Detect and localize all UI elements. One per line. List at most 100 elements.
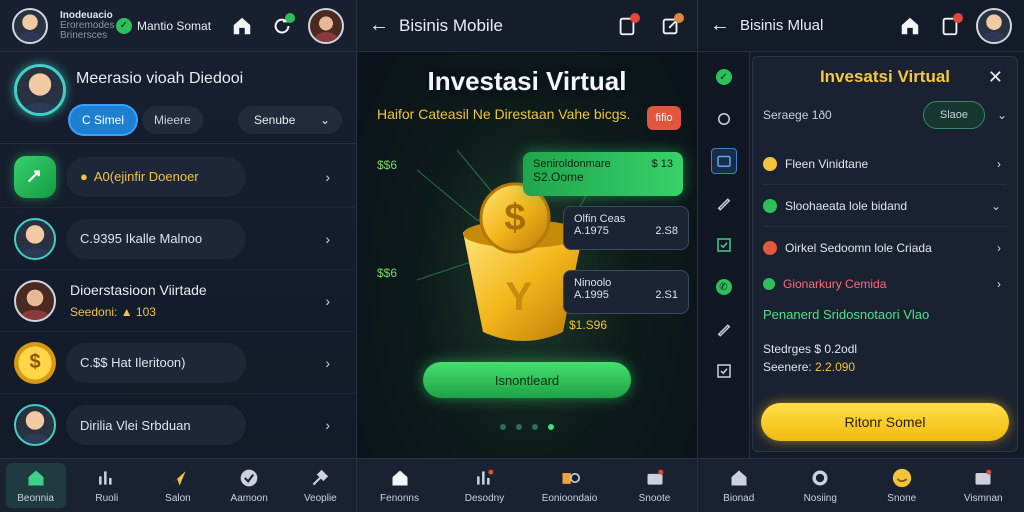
detail-value-line: Stedrges $ 0.2odl — [763, 342, 858, 356]
inbox-icon — [972, 467, 994, 489]
filter-dropdown[interactable]: Senube ⌄ — [238, 106, 342, 134]
option-label: Oirkel Sedoomn lole Criada — [785, 241, 932, 255]
rail-item-tasks[interactable] — [711, 358, 737, 384]
home-button[interactable] — [228, 12, 256, 40]
page-title: Bisinis Mobile — [399, 15, 503, 35]
hero-badge[interactable]: fifio — [647, 106, 681, 130]
carousel-dot[interactable] — [500, 424, 506, 430]
chevron-right-icon: › — [997, 156, 1001, 171]
detail-value: 2.2.090 — [815, 360, 856, 374]
tab-profile[interactable]: Veoplie — [290, 467, 350, 504]
back-arrow-icon[interactable]: ← — [369, 14, 389, 37]
tab-inbox[interactable]: Vismnan — [953, 467, 1013, 504]
page-title: Bisinis Mlual — [740, 17, 824, 34]
check-icon: ✓ — [116, 17, 132, 34]
center-topbar: ← Bisinis Mobile — [357, 0, 697, 52]
detail-title: Gionarkury Cemida — [783, 277, 887, 291]
rail-item-verified[interactable]: ✓ — [711, 64, 737, 90]
friend-avatar[interactable] — [308, 7, 344, 44]
rail-item-edit[interactable] — [711, 190, 737, 216]
option-label: Sloohaeata lole bidand — [785, 198, 908, 213]
primary-cta-button[interactable]: Isnontleard — [423, 362, 631, 398]
user-avatar[interactable] — [976, 7, 1012, 44]
segment-second[interactable]: Mieere — [142, 106, 203, 134]
select-label: Seraege 1ð0 — [763, 108, 832, 122]
pencil-icon — [717, 324, 730, 337]
list-item-text: Dioerstasioon Viirtade Seedoni: ▲ 103 — [70, 279, 207, 323]
home-button[interactable] — [896, 12, 924, 40]
pencil-icon — [717, 198, 730, 211]
list-item[interactable]: Dioerstasioon Viirtade Seedoni: ▲ 103 › — [0, 270, 356, 332]
tab-label: Beonnia — [17, 493, 54, 504]
right-panel: ← Bisinis Mlual ✓ ✆ Invesatsi Virtual ✕ … — [698, 0, 1024, 512]
list-item-label: Dirilia Vlei Srbduan — [80, 417, 191, 433]
tab-reward[interactable]: Snone — [872, 467, 932, 504]
tab-label: Eonioondaio — [541, 493, 598, 504]
rail-item-phone[interactable]: ✆ — [711, 274, 737, 300]
phone-icon: ✆ — [715, 279, 732, 295]
card-value: 2.S8 — [655, 225, 678, 237]
rail-item-pen[interactable] — [711, 316, 737, 342]
rail-item-settings[interactable] — [711, 106, 737, 132]
item-avatar — [14, 404, 56, 446]
item-avatar — [14, 279, 56, 322]
chevron-down-icon[interactable]: ⌄ — [997, 108, 1007, 122]
carousel-dot[interactable] — [532, 424, 538, 430]
list-item-label: C.$$ Hat Ileritoon) — [80, 355, 186, 370]
left-topbar: Inodeuacio Eroremodes Brinersces ✓ Manti… — [0, 0, 356, 52]
briefcase-icon — [644, 467, 666, 489]
detail-link[interactable]: Penanerd Sridosnotaori Vlao — [763, 307, 1007, 322]
refresh-button[interactable] — [268, 12, 296, 40]
profile-avatar[interactable] — [14, 64, 66, 116]
card-investment-green[interactable]: Seniroldonmare $ 13 S2.Oome — [523, 152, 683, 196]
dropdown-value: Senube — [254, 113, 296, 127]
card-investment[interactable]: Ninoolo A.1995 2.S1 — [563, 270, 689, 314]
tab-home[interactable]: Fenonns — [370, 467, 430, 504]
wallet-icon — [716, 155, 731, 167]
detail-values: Stedrges $ 0.2odl Seenere: 2.2.090 — [763, 340, 1007, 376]
option-item[interactable]: Fleen Vinidtane › — [763, 143, 1007, 185]
status-dot — [285, 12, 295, 23]
carousel-dot-active[interactable] — [548, 424, 554, 430]
tab-stats[interactable]: Desodny — [455, 467, 515, 504]
tab-verify[interactable]: Aamoon — [219, 467, 279, 504]
select-pill[interactable]: Slaoe — [922, 101, 985, 129]
tab-home[interactable]: Beonnia — [5, 463, 66, 508]
list-item[interactable]: C.9395 Ikalle Malnoo › — [0, 208, 356, 270]
list-item[interactable]: $ C.$$ Hat Ileritoon) › — [0, 332, 356, 394]
notification-button[interactable] — [613, 12, 641, 40]
card-investment[interactable]: Olfin Ceas A.1975 2.S8 — [563, 206, 689, 250]
list-item[interactable]: Dirilia Vlei Srbduan › — [0, 394, 356, 456]
option-item[interactable]: Oirkel Sedoomn lole Criada › — [763, 227, 1007, 269]
rail-item-check[interactable] — [711, 232, 737, 258]
carousel-dot[interactable] — [516, 424, 522, 430]
user-avatar[interactable] — [12, 7, 48, 44]
list-item-subtitle: Seedoni: ▲ 103 — [70, 304, 156, 319]
rail-item-wallet[interactable] — [710, 148, 737, 174]
detail-header[interactable]: Gionarkury Cemida › — [763, 269, 1007, 299]
edit-button[interactable] — [657, 12, 685, 40]
close-icon[interactable]: ✕ — [988, 67, 1003, 88]
document-button[interactable] — [936, 12, 964, 40]
svg-text:Y: Y — [506, 275, 533, 319]
tab-sync[interactable]: Nosiing — [790, 467, 850, 504]
list-item-label-pill: ● A0(ejinfir Doenoer — [66, 156, 246, 197]
option-item[interactable]: Sloohaeata lole bidand ⌄ — [763, 185, 1007, 227]
tab-home[interactable]: Bionad — [709, 467, 769, 504]
left-panel: Inodeuacio Eroremodes Brinersces ✓ Manti… — [0, 0, 356, 512]
app-name: Mantio Somat — [137, 18, 212, 33]
tab-stats[interactable]: Ruoli — [77, 467, 137, 504]
brand-line1: Inodeuacio — [60, 9, 113, 21]
chevron-right-icon: › — [325, 168, 330, 185]
tab-label: Aamoon — [230, 493, 268, 504]
segment-first[interactable]: C Simel — [70, 106, 137, 134]
brand-line3: Brinersces — [60, 29, 108, 41]
confirm-button[interactable]: Ritonr Somel — [761, 403, 1009, 441]
app-badge[interactable]: ✓ Mantio Somat — [116, 17, 212, 34]
list-item[interactable]: ● A0(ejinfir Doenoer › — [0, 146, 356, 208]
tab-send[interactable]: Salon — [148, 467, 208, 504]
tab-label: Snoote — [638, 493, 671, 504]
back-arrow-icon[interactable]: ← — [710, 14, 730, 37]
tab-economy[interactable]: Eonioondaio — [540, 467, 600, 504]
tab-more[interactable]: Snoote — [625, 467, 685, 504]
